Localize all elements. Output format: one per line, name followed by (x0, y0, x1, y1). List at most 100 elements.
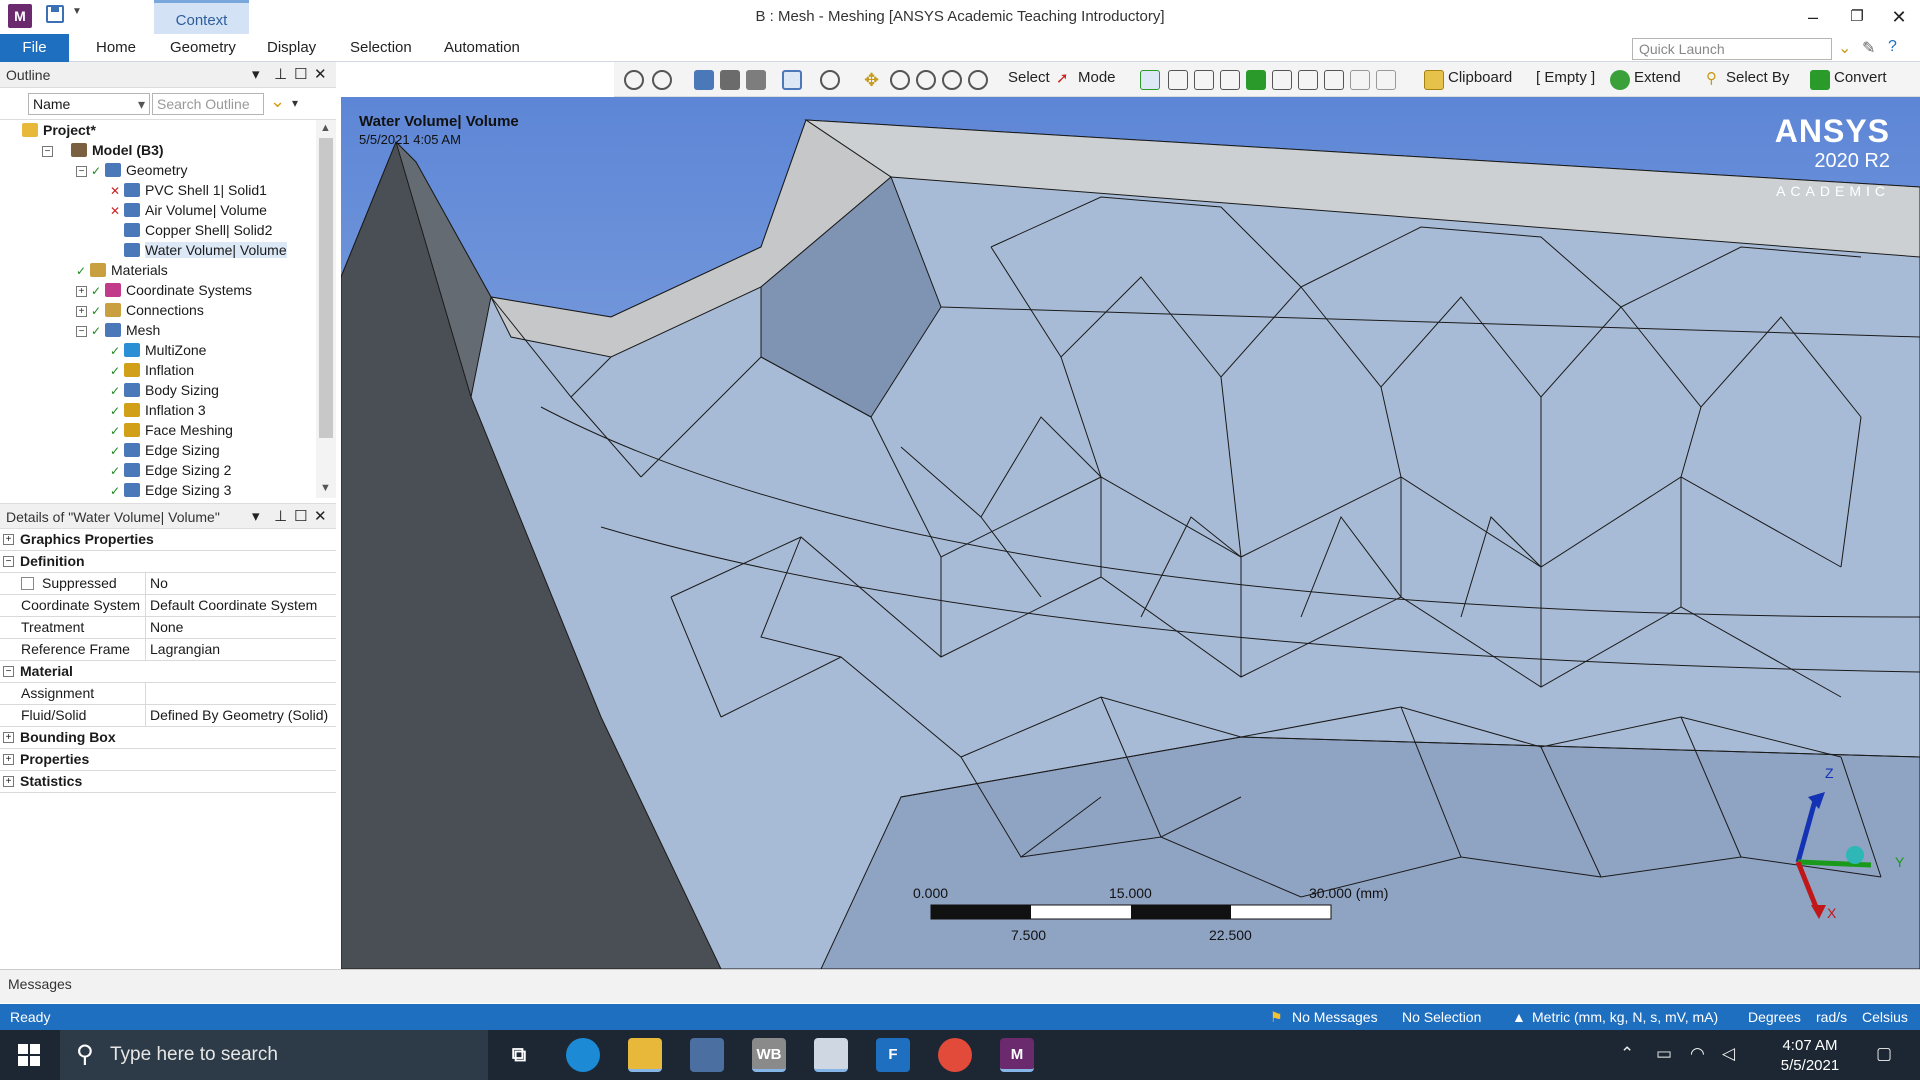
group-bounding-box[interactable]: + Bounding Box (0, 727, 336, 749)
status-rads[interactable]: rad/s (1816, 1009, 1847, 1025)
extend-button[interactable]: Extend (1634, 69, 1681, 86)
taskbar-search-box[interactable]: ⚲ Type here to search (60, 1030, 488, 1080)
select-point-icon[interactable] (1350, 70, 1370, 90)
quick-launch-input[interactable]: Quick Launch (1632, 38, 1832, 60)
restore-button[interactable]: ❐ (1842, 4, 1872, 30)
magnifier-icon[interactable] (968, 70, 988, 90)
tree-item[interactable]: ✓ Materials (76, 260, 168, 280)
meshing-taskbar-icon[interactable]: M (1000, 1038, 1034, 1072)
status-degrees[interactable]: Degrees (1748, 1009, 1801, 1025)
clipboard-icon[interactable] (1424, 70, 1444, 90)
group-graphics-properties[interactable]: + Graphics Properties (0, 529, 336, 551)
expand-icon[interactable]: + (3, 534, 14, 545)
box-select-icon[interactable] (782, 70, 802, 90)
minimize-button[interactable]: – (1798, 4, 1828, 30)
collapse-icon[interactable]: − (3, 556, 14, 567)
maximize-icon[interactable]: ☐ (294, 65, 307, 83)
tree-item[interactable]: ✓ Inflation 3 (110, 400, 206, 420)
outline-filter-select[interactable]: Name (28, 93, 150, 115)
chevron-up-icon[interactable]: ▲ (1512, 1009, 1526, 1025)
tree-item[interactable]: ✕ PVC Shell 1| Solid1 (110, 180, 267, 200)
select-button[interactable]: Select (1008, 69, 1050, 86)
messages-label[interactable]: Messages (8, 976, 72, 992)
expand-icon[interactable]: + (76, 306, 87, 317)
expand-icon[interactable]: + (3, 732, 14, 743)
save-icon[interactable] (46, 5, 64, 23)
cursor-icon[interactable]: ➚ (1056, 69, 1069, 87)
pin-icon[interactable]: ⊥ (274, 65, 287, 83)
tree-item[interactable]: + ✓ Coordinate Systems (76, 280, 252, 300)
file-explorer-icon[interactable] (628, 1038, 662, 1072)
select-node-icon[interactable] (1272, 70, 1292, 90)
outline-search-input[interactable]: Search Outline (152, 93, 264, 115)
tray-chevron-icon[interactable]: ⌃ (1620, 1044, 1634, 1064)
feedback-icon[interactable]: ✎ (1862, 38, 1875, 58)
row-assignment[interactable]: Assignment (0, 683, 336, 705)
fluent-icon[interactable]: F (876, 1038, 910, 1072)
expand-icon[interactable]: + (76, 286, 87, 297)
tree-item[interactable]: ✓ Inflation (110, 360, 194, 380)
workbench-icon[interactable]: WB (752, 1038, 786, 1072)
tree-item[interactable]: ✓ Face Meshing (110, 420, 233, 440)
group-material[interactable]: − Material (0, 661, 336, 683)
help-icon[interactable]: ? (1888, 38, 1897, 56)
tree-item[interactable]: Project* (8, 120, 96, 140)
zoom-box-icon[interactable] (916, 70, 936, 90)
convert-icon[interactable] (1810, 70, 1830, 90)
select-mesh-icon[interactable] (1298, 70, 1318, 90)
select-by-icon[interactable]: ⚲ (1706, 69, 1717, 87)
tab-selection[interactable]: Selection (350, 34, 412, 62)
group-definition[interactable]: − Definition (0, 551, 336, 573)
zoom-out-icon[interactable] (652, 70, 672, 90)
tree-item[interactable]: − Model (B3) (42, 140, 164, 160)
status-units[interactable]: Metric (mm, kg, N, s, mV, mA) (1532, 1009, 1718, 1025)
status-messages[interactable]: No Messages (1292, 1009, 1378, 1025)
status-celsius[interactable]: Celsius (1862, 1009, 1908, 1025)
notification-icon[interactable]: ▢ (1876, 1044, 1892, 1064)
tree-item[interactable]: ✓ MultiZone (110, 340, 206, 360)
select-label-icon[interactable] (1376, 70, 1396, 90)
row-reference-frame[interactable]: Reference Frame Lagrangian (0, 639, 336, 661)
select-by-button[interactable]: Select By (1726, 69, 1789, 86)
expand-icon[interactable]: + (3, 776, 14, 787)
tree-item[interactable]: ✓ Edge Sizing 2 (110, 460, 231, 480)
suppressed-checkbox[interactable] (21, 577, 34, 590)
scroll-down-icon[interactable]: ▼ (320, 482, 331, 494)
meshing-app-icon[interactable]: M (8, 4, 32, 28)
tab-geometry[interactable]: Geometry (170, 34, 236, 62)
row-suppressed[interactable]: Suppressed No (0, 573, 336, 595)
convert-button[interactable]: Convert (1834, 69, 1887, 86)
expand-icon[interactable]: + (3, 754, 14, 765)
quick-access-dropdown-icon[interactable]: ▼ (72, 6, 82, 17)
select-face-mesh-icon[interactable] (1324, 70, 1344, 90)
context-tab[interactable]: Context (154, 0, 249, 34)
select-body-icon[interactable] (1220, 70, 1240, 90)
panel-menu-icon[interactable]: ▾ (252, 507, 260, 525)
tree-item[interactable]: Water Volume| Volume (110, 240, 287, 260)
close-button[interactable]: ✕ (1884, 4, 1914, 30)
row-fluid-solid[interactable]: Fluid/Solid Defined By Geometry (Solid) (0, 705, 336, 727)
zoom-fit-icon[interactable] (942, 70, 962, 90)
extend-icon[interactable] (1610, 70, 1630, 90)
store-icon[interactable] (690, 1038, 724, 1072)
zoom-in-icon[interactable] (624, 70, 644, 90)
battery-icon[interactable]: ▭ (1656, 1044, 1672, 1064)
tree-item[interactable]: + ✓ Connections (76, 300, 204, 320)
select-element-icon[interactable] (1246, 70, 1266, 90)
wifi-icon[interactable]: ◠ (1690, 1044, 1705, 1064)
outline-scrollbar[interactable]: ▲ ▼ (316, 120, 336, 498)
select-face-icon[interactable] (1194, 70, 1214, 90)
mode-button[interactable]: Mode (1078, 69, 1116, 86)
scroll-up-icon[interactable]: ▲ (320, 122, 331, 134)
tab-home[interactable]: Home (96, 34, 136, 62)
chrome-icon[interactable] (938, 1038, 972, 1072)
edge-icon[interactable] (566, 1038, 600, 1072)
clipboard-button[interactable]: Clipboard (1448, 69, 1512, 86)
select-edge-icon[interactable] (1168, 70, 1188, 90)
close-icon[interactable]: ✕ (314, 507, 327, 525)
tab-display[interactable]: Display (267, 34, 316, 62)
group-properties[interactable]: + Properties (0, 749, 336, 771)
pan-icon[interactable]: ✥ (864, 70, 884, 90)
tree-item[interactable]: Copper Shell| Solid2 (110, 220, 272, 240)
scroll-thumb[interactable] (319, 138, 333, 438)
